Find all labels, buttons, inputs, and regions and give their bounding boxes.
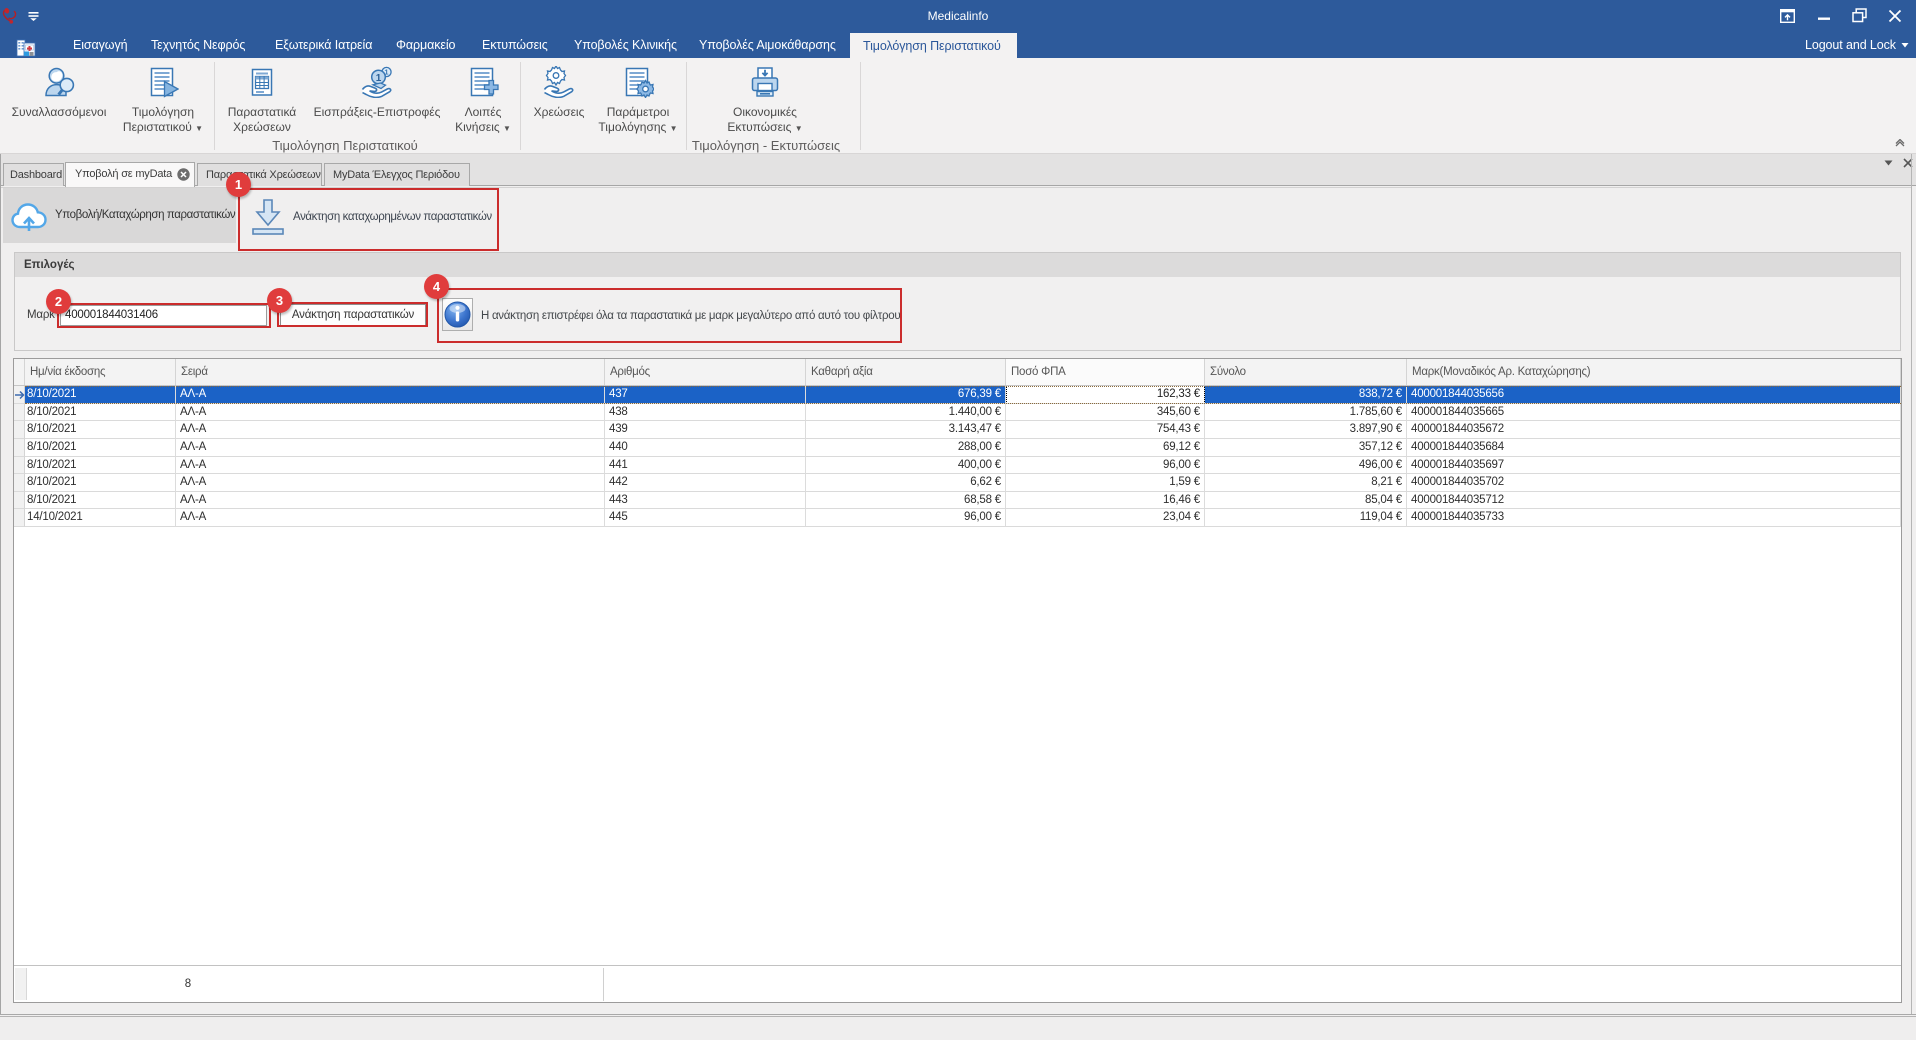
svg-text:1: 1 bbox=[376, 73, 382, 84]
